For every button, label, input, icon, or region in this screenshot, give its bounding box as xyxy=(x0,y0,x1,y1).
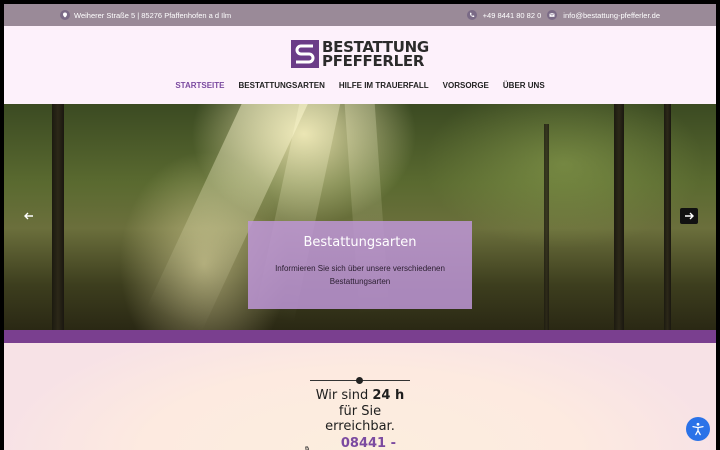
arrow-right-icon xyxy=(685,212,694,220)
top-info-bar: Weiherer Straße 5 | 85276 Pfaffenhofen a… xyxy=(4,4,716,26)
logo[interactable]: BESTATTUNG PFEFFERLER xyxy=(291,38,431,70)
availability-line-1: Wir sind 24 h xyxy=(304,388,416,403)
logo-mark-icon xyxy=(291,40,319,68)
nav-item-bestattungsarten[interactable]: BESTATTUNGSARTEN xyxy=(239,81,325,90)
main-nav: STARTSEITE BESTATTUNGSARTEN HILFE IM TRA… xyxy=(4,81,716,90)
availability-phone-link[interactable]: 08441 - 80820 xyxy=(304,436,416,450)
logo-line-2: PFEFFERLER xyxy=(322,52,425,70)
phone-link[interactable]: +49 8441 80 82 0 xyxy=(483,11,542,20)
decorative-rule-top xyxy=(304,377,416,385)
availability-phone: 08441 - 80820 xyxy=(340,436,397,450)
tree-trunk xyxy=(544,124,549,330)
arrow-left-icon xyxy=(24,212,33,220)
contact-block: +49 8441 80 82 0 info@bestattung-pfeffer… xyxy=(466,10,660,20)
slide-description: Informieren Sie sich über unsere verschi… xyxy=(275,264,445,286)
email-link[interactable]: info@bestattung-pfefferler.de xyxy=(563,11,660,20)
slider-prev-button[interactable] xyxy=(20,208,38,224)
phone-icon xyxy=(305,446,310,450)
availability-prefix: Wir sind xyxy=(315,388,373,403)
page: Weiherer Straße 5 | 85276 Pfaffenhofen a… xyxy=(4,4,716,450)
accessibility-button[interactable] xyxy=(686,417,710,441)
address-text: Weiherer Straße 5 | 85276 Pfaffenhofen a… xyxy=(74,10,232,20)
tree-trunk xyxy=(52,104,64,330)
site-header: BESTATTUNG PFEFFERLER STARTSEITE BESTATT… xyxy=(4,26,716,104)
tree-trunk xyxy=(614,104,624,330)
phone-icon xyxy=(466,10,477,20)
nav-item-startseite[interactable]: STARTSEITE xyxy=(175,81,224,90)
slide-caption-card[interactable]: Bestattungsarten Informieren Sie sich üb… xyxy=(248,221,472,309)
address-block: Weiherer Straße 5 | 85276 Pfaffenhofen a… xyxy=(60,10,231,20)
email-icon xyxy=(547,10,558,20)
availability-section: Wir sind 24 h für Sie erreichbar. 08441 … xyxy=(4,343,716,450)
divider-band xyxy=(4,330,716,343)
nav-item-ueber-uns[interactable]: ÜBER UNS xyxy=(503,81,545,90)
availability-line-2: für Sie erreichbar. xyxy=(325,404,395,434)
nav-item-vorsorge[interactable]: VORSORGE xyxy=(443,81,489,90)
tree-trunk xyxy=(664,104,671,330)
hero-slider: Bestattungsarten Informieren Sie sich üb… xyxy=(4,104,716,330)
accessibility-icon xyxy=(692,422,704,436)
slider-next-button[interactable] xyxy=(680,208,698,224)
availability-hours: 24 h xyxy=(372,388,405,403)
nav-item-hilfe-im-trauerfall[interactable]: HILFE IM TRAUERFALL xyxy=(339,81,429,90)
slide-title: Bestattungsarten xyxy=(303,235,417,250)
availability-box: Wir sind 24 h für Sie erreichbar. 08441 … xyxy=(304,377,416,450)
logo-wordmark: BESTATTUNG PFEFFERLER xyxy=(322,40,429,70)
location-pin-icon xyxy=(60,10,70,20)
